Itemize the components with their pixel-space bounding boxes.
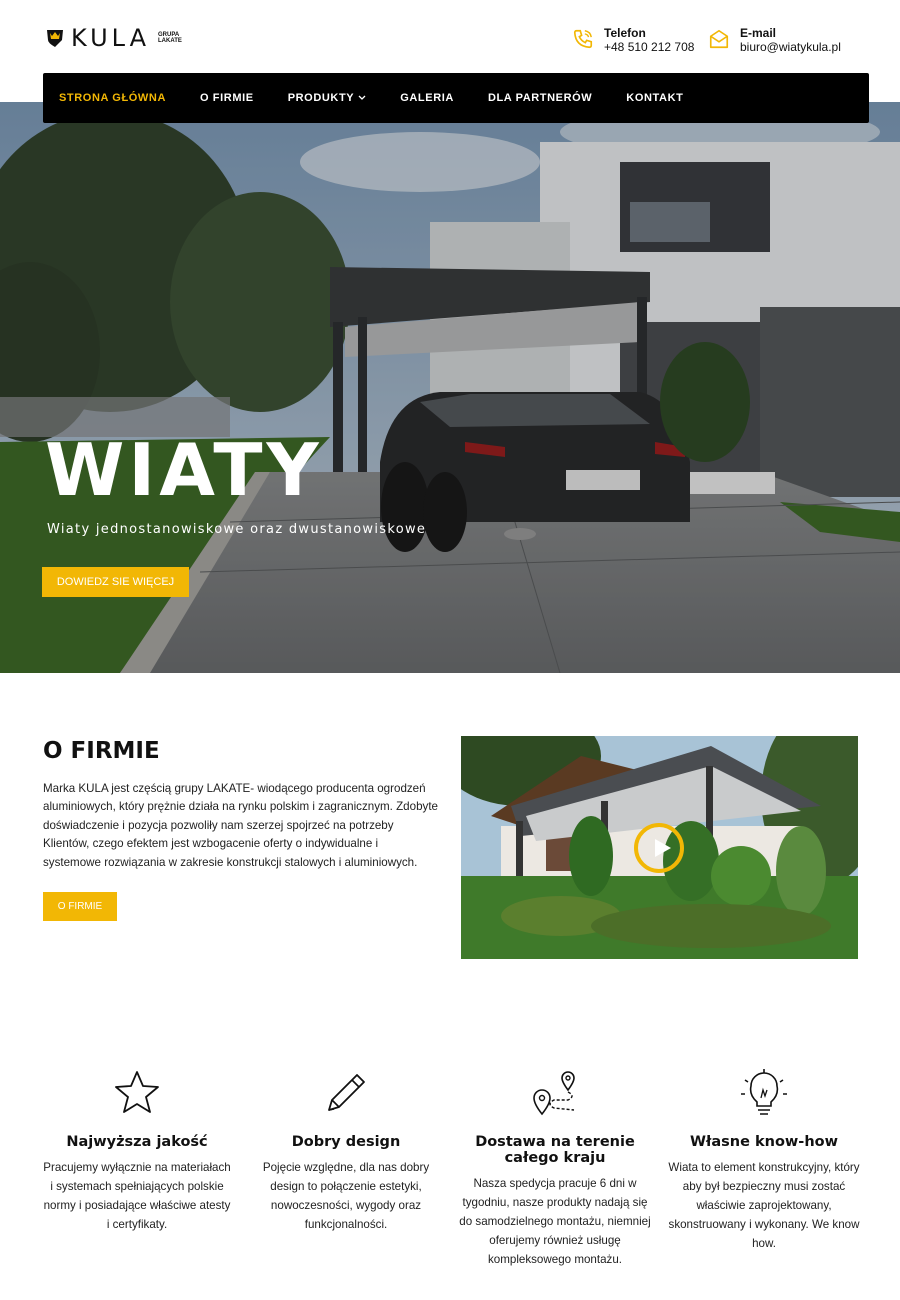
feature-delivery-title: Dostawa na terenie całego kraju bbox=[475, 1134, 635, 1166]
feature-quality-title: Najwyższa jakość bbox=[66, 1134, 208, 1150]
learn-more-button[interactable]: DOWIEDZ SIE WIĘCEJ bbox=[42, 567, 189, 597]
contact-email-value: biuro@wiatykula.pl bbox=[740, 40, 841, 54]
contact-phone[interactable]: Telefon +48 510 212 708 bbox=[572, 26, 694, 54]
shield-crown-icon bbox=[47, 30, 63, 47]
phone-icon bbox=[573, 29, 593, 49]
chevron-down-icon bbox=[358, 95, 366, 100]
main-nav: STRONA GŁÓWNA O FIRMIE PRODUKTY GALERIA … bbox=[43, 73, 869, 123]
star-icon bbox=[115, 1071, 159, 1113]
feature-design-text: Pojęcie względne, dla nas dobry design t… bbox=[262, 1161, 430, 1231]
nav-item-products[interactable]: PRODUKTY bbox=[288, 92, 367, 104]
lightbulb-icon bbox=[741, 1069, 787, 1115]
hero-title: WIATY bbox=[45, 428, 323, 512]
feature-knowhow: Własne know-how Wiata to element konstru… bbox=[664, 1068, 864, 1253]
brand-name: KULA bbox=[71, 24, 150, 52]
nav-item-contact[interactable]: KONTAKT bbox=[626, 92, 683, 104]
nav-item-about[interactable]: O FIRMIE bbox=[200, 92, 254, 104]
contact-phone-value: +48 510 212 708 bbox=[604, 40, 695, 54]
feature-quality-text: Pracujemy wyłącznie na materiałach i sys… bbox=[43, 1161, 231, 1231]
contact-email-label: E-mail bbox=[740, 26, 777, 40]
contact-email[interactable]: E-mail biuro@wiatykula.pl bbox=[708, 26, 841, 54]
hero-banner: WIATY Wiaty jednostanowiskowe oraz dwust… bbox=[0, 102, 900, 673]
feature-knowhow-title: Własne know-how bbox=[689, 1134, 839, 1150]
nav-item-partners[interactable]: DLA PARTNERÓW bbox=[488, 92, 592, 104]
video-thumbnail[interactable] bbox=[461, 736, 858, 959]
play-button[interactable] bbox=[634, 823, 684, 873]
feature-quality: Najwyższa jakość Pracujemy wyłącznie na … bbox=[37, 1068, 237, 1234]
feature-delivery: Dostawa na terenie całego kraju Nasza sp… bbox=[455, 1068, 655, 1269]
nav-item-products-label: PRODUKTY bbox=[287, 92, 355, 104]
about-text: Marka KULA jest częścią grupy LAKATE- wi… bbox=[43, 782, 438, 869]
feature-delivery-text: Nasza spedycja pracuje 6 dni w tygodniu,… bbox=[459, 1177, 651, 1266]
route-pin-icon bbox=[533, 1071, 575, 1116]
hero-subtitle: Wiaty jednostanowiskowe oraz dwustanowis… bbox=[47, 522, 427, 537]
feature-design: Dobry design Pojęcie względne, dla nas d… bbox=[246, 1068, 446, 1234]
about-title: O FIRMIE bbox=[43, 738, 160, 764]
pencil-icon bbox=[328, 1074, 365, 1111]
nav-item-home[interactable]: STRONA GŁÓWNA bbox=[59, 92, 166, 104]
brand-group: GRUPA LAKATE bbox=[158, 32, 182, 44]
about-button[interactable]: O FIRMIE bbox=[43, 892, 117, 921]
contact-phone-label: Telefon bbox=[604, 26, 646, 40]
feature-design-title: Dobry design bbox=[291, 1134, 401, 1150]
nav-item-gallery[interactable]: GALERIA bbox=[400, 92, 454, 104]
about-title-text: O FIRMIE bbox=[43, 738, 160, 764]
brand-logo[interactable]: KULA GRUPA LAKATE bbox=[45, 24, 182, 52]
brand-group-line2: LAKATE bbox=[158, 38, 182, 44]
envelope-icon bbox=[709, 29, 729, 49]
feature-knowhow-text: Wiata to element konstrukcyjny, który ab… bbox=[668, 1161, 860, 1250]
